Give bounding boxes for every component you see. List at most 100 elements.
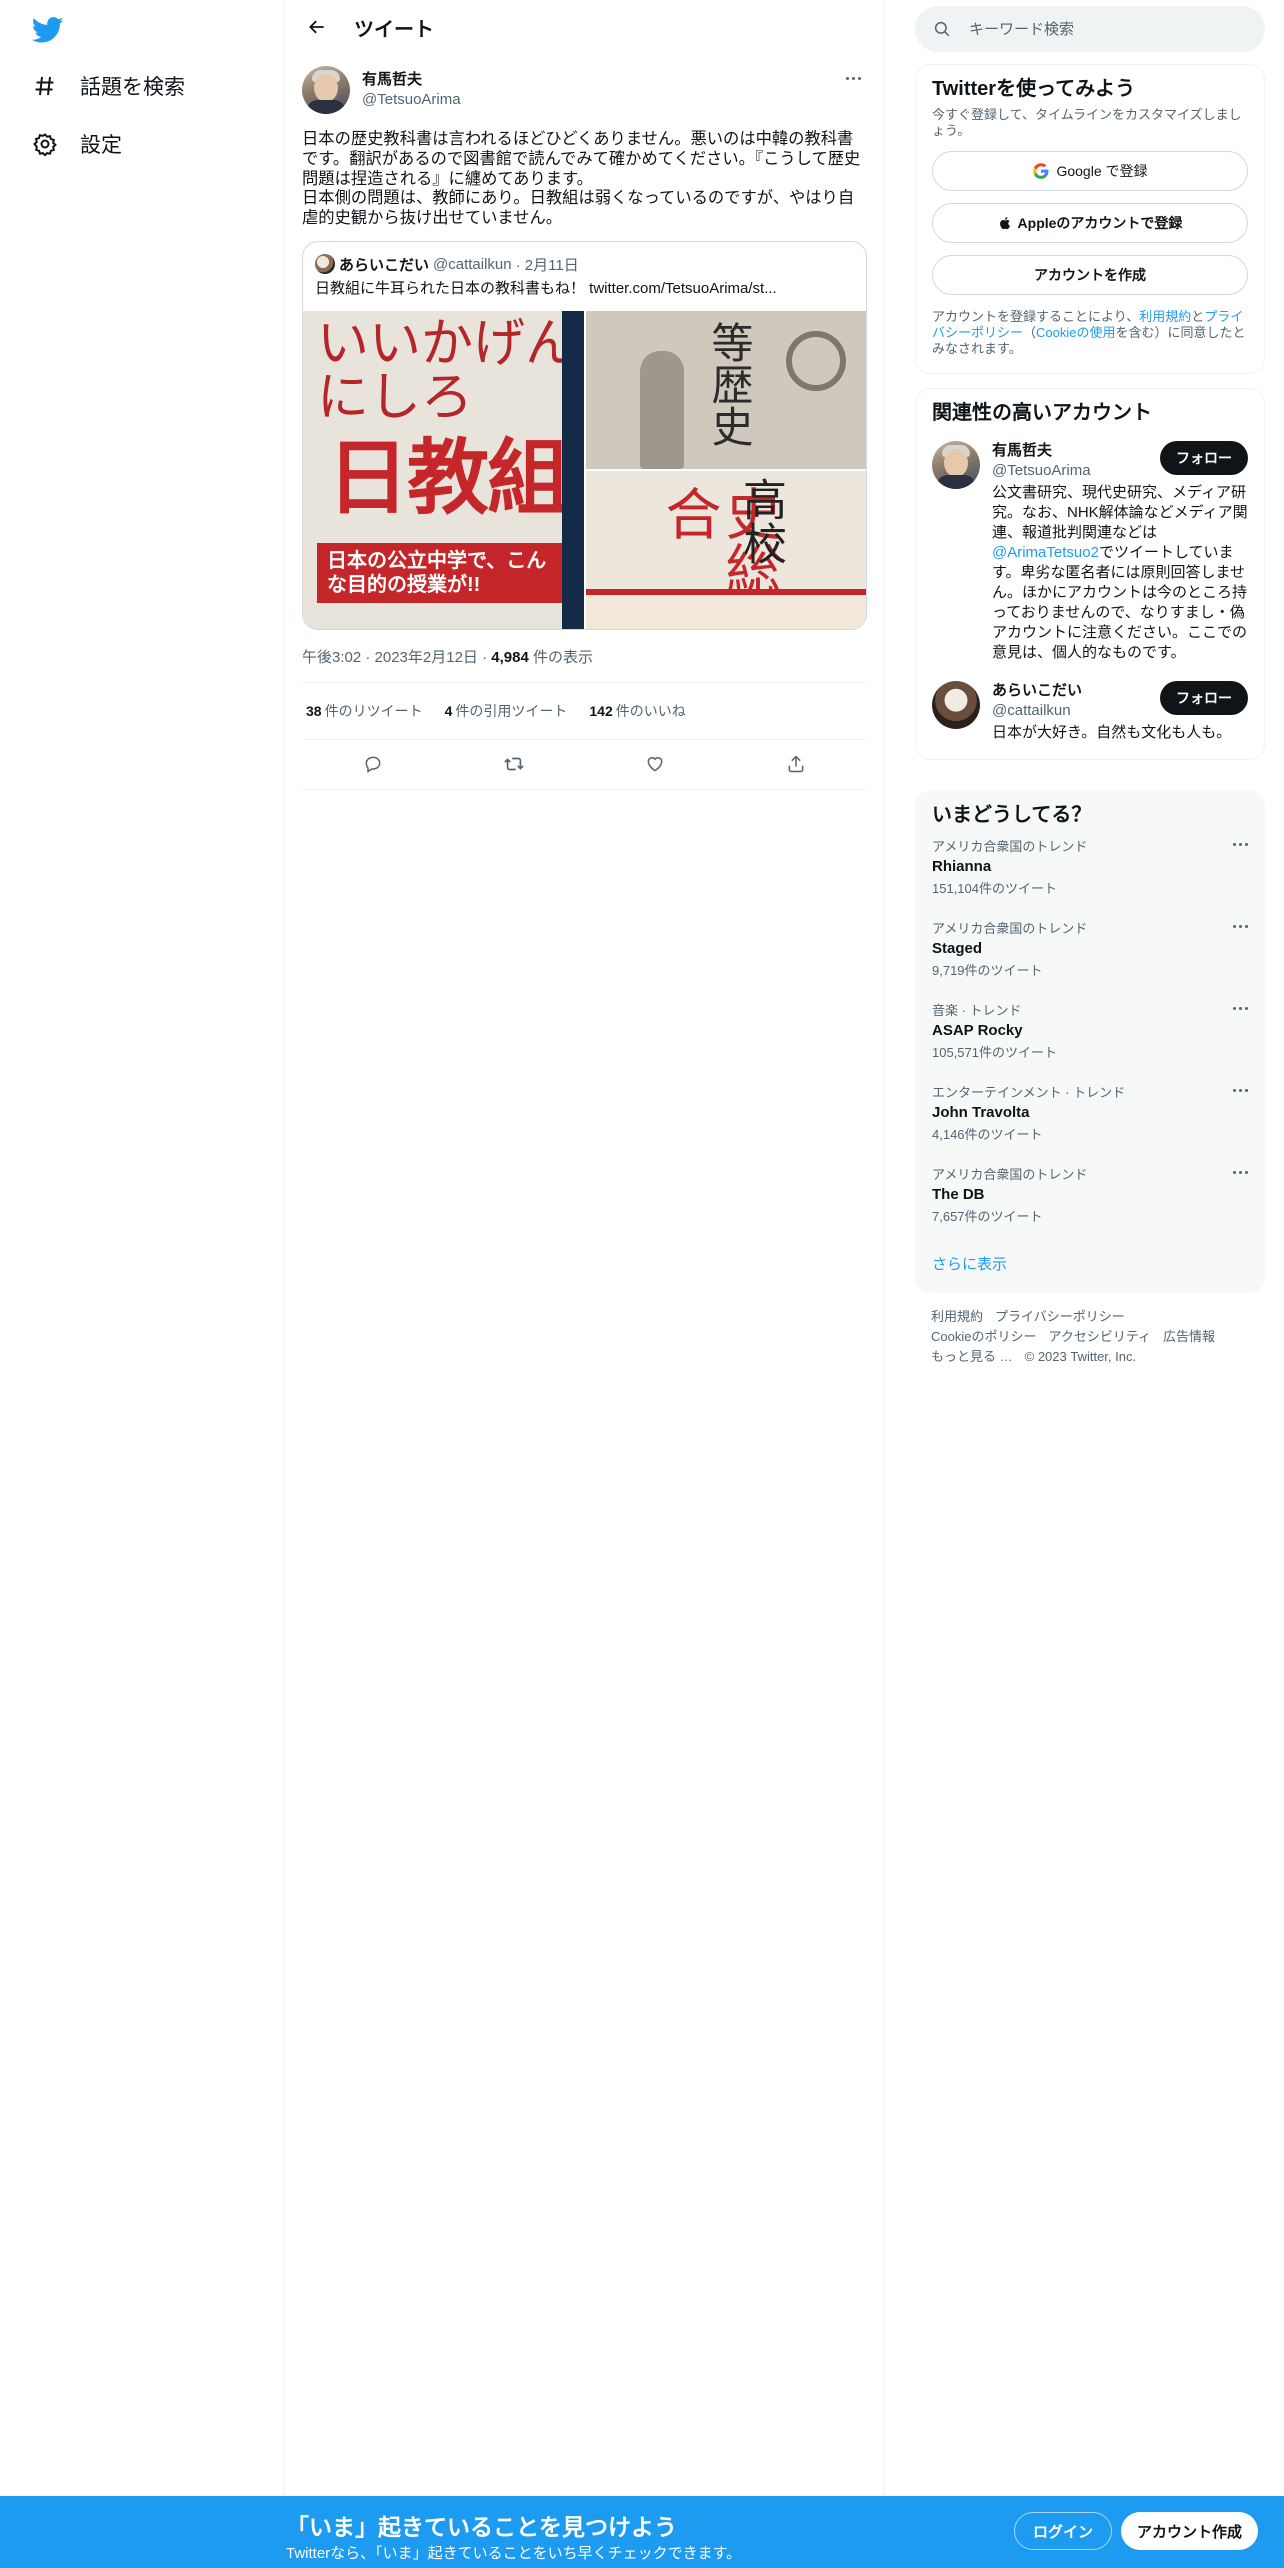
trend-more-button[interactable]: [1233, 1089, 1248, 1092]
trend-more-button[interactable]: [1233, 1171, 1248, 1174]
trend-name: Rhianna: [932, 858, 992, 875]
create-account-button[interactable]: アカウントを作成: [932, 255, 1248, 295]
account-bio: 日本が大好き。自然も文化も人も。: [992, 724, 1232, 741]
related-account[interactable]: あらいこだい @cattailkun 日本が大好き。自然も文化も人も。 フォロー: [932, 681, 1248, 743]
signup-bottom-bar: 「いま」起きていることを見つけよう Twitterなら、「いま」起きていることを…: [0, 2496, 1284, 2568]
book-cover-image-1[interactable]: いいかげんにしろ 日教組 日本の公立中学で、こんな目的の授業が!!: [303, 310, 584, 629]
cookie-link[interactable]: Cookieの使用: [1036, 325, 1115, 340]
related-title: 関連性の高いアカウント: [932, 402, 1152, 424]
like-button[interactable]: [637, 746, 673, 782]
related-account[interactable]: 有馬哲夫 @TetsuoArima 公文書研究、現代史研究、メディア研究。なお、…: [932, 441, 1248, 663]
quotes-stat[interactable]: 4 件の引用ツイート: [445, 701, 568, 721]
more-options-button[interactable]: [839, 68, 867, 88]
terms-link[interactable]: 利用規約: [1139, 309, 1191, 324]
arrow-left-icon: [309, 20, 324, 34]
page-header: ツイート: [286, 0, 883, 54]
bottom-bar-subtitle: Twitterなら、「いま」起きていることをいち早くチェックできます。: [286, 2545, 742, 2562]
book-cover-image-3[interactable]: 史総合 高校: [586, 470, 866, 629]
trend-item[interactable]: アメリカ合衆国のトレンド Staged 9,719件のツイート: [916, 909, 1264, 991]
trend-item[interactable]: エンターテインメント · トレンド John Travolta 4,146件のツ…: [916, 1073, 1264, 1155]
bio-text-post: でツイートしています。卑劣な匿名者には原則回答しません。ほかにアカウントは今のと…: [992, 544, 1248, 661]
nav-settings-label: 設定: [80, 134, 122, 157]
tweet: 有馬哲夫 @TetsuoArima 日本の歴史教科書は言われるほどひどくありませ…: [286, 54, 883, 790]
sidebar-footer: 利用規約 プライバシーポリシー Cookieのポリシー アクセシビリティ 広告情報 も…: [915, 1293, 1265, 1381]
footer-link-ads[interactable]: 広告情報: [1163, 1329, 1215, 1344]
footer-link-accessibility[interactable]: アクセシビリティ: [1048, 1329, 1151, 1344]
retweets-label: 件のリツイート: [324, 702, 423, 719]
trend-more-button[interactable]: [1233, 1007, 1248, 1010]
right-sidebar: Twitterを使ってみよう 今すぐ登録して、タイムラインをカスタマイズしましょ…: [915, 0, 1265, 1381]
trend-count: 4,146件のツイート: [932, 1127, 1043, 1142]
tweet-actions: [302, 740, 867, 790]
trend-item[interactable]: アメリカ合衆国のトレンド The DB 7,657件のツイート: [916, 1155, 1264, 1237]
avatar[interactable]: [932, 441, 980, 489]
trend-name: Staged: [932, 940, 983, 957]
quoted-tweet[interactable]: あらいこだい @cattailkun · 2月11日 日教組に牛耳られた日本の教…: [302, 240, 867, 630]
retweet-button[interactable]: [496, 746, 532, 782]
tweet-author: 有馬哲夫 @TetsuoArima: [302, 64, 867, 116]
bio-mention-link[interactable]: @ArimaTetsuo2: [992, 544, 1099, 561]
trend-category: エンターテインメント · トレンド: [932, 1085, 1126, 1100]
footer-link-more[interactable]: もっと見る …: [931, 1349, 1013, 1364]
follow-button[interactable]: フォロー: [1160, 441, 1248, 475]
left-nav: 話題を検索 設定: [0, 0, 285, 2568]
book3-side: 高校: [735, 476, 786, 565]
share-button[interactable]: [778, 746, 814, 782]
gear-icon: [32, 131, 58, 157]
trend-more-button[interactable]: [1233, 843, 1248, 846]
book2-title: 等歴史: [705, 320, 754, 447]
retweets-stat[interactable]: 38 件のリツイート: [306, 701, 423, 721]
book1-title: いいかげんにしろ: [317, 313, 578, 428]
trend-item[interactable]: アメリカ合衆国のトレンド Rhianna 151,104件のツイート: [916, 827, 1264, 909]
signup-button[interactable]: アカウント作成: [1121, 2512, 1259, 2550]
author-name[interactable]: 有馬哲夫: [362, 70, 461, 90]
likes-stat[interactable]: 142 件のいいね: [589, 701, 685, 721]
nav-settings[interactable]: 設定: [32, 124, 122, 164]
main-column: ツイート 有馬哲夫 @TetsuoArima 日本の歴史教科書は言われるほどひど…: [286, 0, 884, 2568]
google-signup-button[interactable]: Google で登録: [932, 151, 1248, 191]
quote-text: 日教組に牛耳られた日本の教科書もね！ twitter.com/TetsuoAri…: [315, 279, 777, 297]
show-more-trends-link[interactable]: さらに表示: [916, 1237, 1264, 1292]
search-bar[interactable]: [915, 6, 1265, 52]
trend-category: 音楽 · トレンド: [932, 1003, 1022, 1018]
apple-signup-label: Appleのアカウントで登録: [1017, 215, 1183, 231]
tweet-time[interactable]: 午後3:02 · 2023年2月12日 ·: [302, 649, 491, 666]
avatar[interactable]: [932, 681, 980, 729]
quote-date: · 2月11日: [515, 256, 579, 274]
tweet-meta: 午後3:02 · 2023年2月12日 · 4,984 件の表示: [302, 646, 867, 666]
author-handle[interactable]: @TetsuoArima: [362, 90, 461, 110]
trend-category: アメリカ合衆国のトレンド: [932, 1167, 1088, 1182]
reply-button[interactable]: [355, 746, 391, 782]
book1-band: 日本の公立中学で、こんな目的の授業が!!: [317, 542, 563, 603]
twitter-bird-icon[interactable]: [30, 14, 66, 46]
google-signup-label: Google で登録: [1056, 163, 1148, 179]
tweet-text: 日本の歴史教科書は言われるほどひどくありません。悪いのは中韓の教科書です。翻訳が…: [302, 130, 861, 228]
book-cover-image-2[interactable]: 等歴史: [586, 310, 866, 469]
legal-and: と: [1191, 309, 1205, 324]
legal-text-pre: アカウントを登録することにより、: [932, 309, 1140, 324]
trend-item[interactable]: 音楽 · トレンド ASAP Rocky 105,571件のツイート: [916, 991, 1264, 1073]
quote-avatar: [315, 254, 335, 275]
account-bio: 公文書研究、現代史研究、メディア研究。なお、NHK解体論などメディア関連、報道批…: [992, 483, 1248, 663]
quote-media[interactable]: いいかげんにしろ 日教組 日本の公立中学で、こんな目的の授業が!! 等歴史 史総…: [303, 310, 866, 629]
apple-icon: [998, 215, 1012, 231]
signup-card: Twitterを使ってみよう 今すぐ登録して、タイムラインをカスタマイズしましょ…: [915, 64, 1265, 374]
signup-title: Twitterを使ってみよう: [932, 78, 1136, 100]
back-button[interactable]: [300, 10, 334, 44]
nav-explore[interactable]: 話題を検索: [32, 66, 185, 106]
book1-main: 日教組: [327, 429, 569, 526]
apple-signup-button[interactable]: Appleのアカウントで登録: [932, 203, 1248, 243]
trend-count: 9,719件のツイート: [932, 963, 1043, 978]
search-input[interactable]: [969, 20, 1229, 38]
footer-link-terms[interactable]: 利用規約: [931, 1309, 983, 1324]
footer-link-privacy[interactable]: プライバシーポリシー: [995, 1309, 1125, 1324]
follow-button[interactable]: フォロー: [1160, 681, 1248, 715]
trend-name: John Travolta: [932, 1104, 1030, 1121]
trend-more-button[interactable]: [1233, 925, 1248, 928]
quote-author-handle: @cattailkun: [433, 255, 512, 273]
footer-link-cookie[interactable]: Cookieのポリシー: [931, 1329, 1036, 1344]
quote-author-name: あらいこだい: [339, 256, 430, 274]
login-button[interactable]: ログイン: [1014, 2512, 1113, 2550]
avatar[interactable]: [302, 66, 350, 114]
hashtag-icon: [32, 73, 58, 99]
